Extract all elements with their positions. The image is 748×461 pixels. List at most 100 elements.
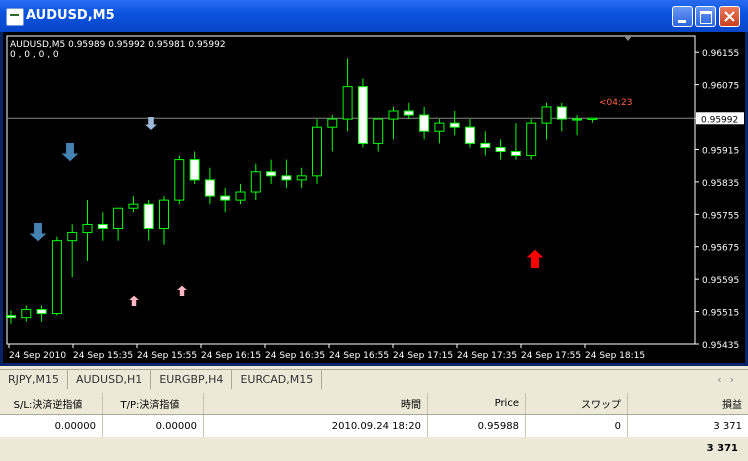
col-price[interactable]: Price	[428, 393, 526, 414]
candle-bull	[21, 309, 32, 319]
x-tick-label: 24 Sep 18:15	[585, 351, 645, 361]
candle-bear	[281, 175, 292, 181]
up-arrow-icon	[526, 249, 544, 268]
window-title: AUDUSD,M5	[26, 8, 115, 23]
candle-bull	[388, 110, 399, 120]
cell-price: 0.95988	[428, 415, 526, 437]
col-time[interactable]: 時間	[204, 393, 428, 414]
candle-bear	[465, 126, 475, 144]
y-tick-label: 0.95435	[702, 341, 739, 351]
y-tick-label: 0.95595	[702, 276, 739, 286]
candle-bear	[495, 146, 506, 152]
candle-bull	[174, 159, 185, 201]
candle-bull	[235, 191, 246, 201]
x-tick-label: 24 Sep 16:15	[201, 351, 261, 361]
x-tick-label: 24 Sep 16:35	[265, 351, 325, 361]
y-tick-label: 0.96155	[702, 49, 739, 59]
candle-bear	[480, 142, 491, 148]
candle-bear	[510, 151, 521, 157]
candle-bull	[434, 122, 445, 132]
candle-bull	[159, 199, 169, 229]
tab-rjpy[interactable]: RJPY,M15	[0, 370, 68, 389]
candle-bull	[128, 203, 139, 209]
candle-bear	[36, 309, 47, 315]
chart-window: AUDUSD,M5 0.961550.960750.959920.959150.…	[0, 0, 748, 366]
y-tick-label: 0.95755	[702, 211, 739, 221]
y-tick-label: 0.95915	[702, 146, 739, 156]
candle-bull	[51, 240, 62, 315]
down-arrow-icon	[145, 117, 157, 130]
up-arrow-icon	[177, 285, 187, 296]
cell-swap: 0	[526, 415, 628, 437]
x-tick-label: 24 Sep 15:55	[137, 351, 197, 361]
cell-sl: 0.00000	[0, 415, 103, 437]
table-header: S/L:決済逆指値 T/P:決済指値 時間 Price スワップ 損益	[0, 393, 748, 415]
terminal-table: S/L:決済逆指値 T/P:決済指値 時間 Price スワップ 損益 0.00…	[0, 393, 748, 459]
candle-bear	[449, 122, 460, 128]
x-tick-label: 24 Sep 16:55	[329, 351, 389, 361]
candlestick-chart[interactable]: 0.96155 0.96075 0.95992 0.95915 0.95835 0.957…	[3, 32, 745, 363]
minimize-icon	[678, 20, 686, 23]
candle-bull	[67, 232, 78, 242]
cell-profit: 3 371	[713, 420, 742, 432]
candle-bull	[373, 118, 384, 144]
y-tick-label: 0.96075	[702, 82, 739, 92]
chart-tabs: RJPY,M15 AUDUSD,H1 EURGBP,H4 EURCAD,M15 ‹›	[0, 369, 748, 392]
close-button[interactable]	[719, 6, 740, 27]
y-tick-label: 0.95835	[702, 179, 739, 189]
col-sl[interactable]: S/L:決済逆指値	[0, 393, 103, 414]
candle-bear	[403, 110, 414, 116]
candle-bear	[556, 106, 567, 120]
candle-bear	[143, 203, 154, 229]
total-profit: 3 371	[0, 437, 748, 459]
x-tick-label: 24 Sep 2010	[9, 351, 66, 361]
close-icon	[724, 11, 735, 22]
maximize-button[interactable]	[695, 6, 716, 27]
candle-bull	[312, 126, 322, 177]
candle-bear	[97, 223, 108, 230]
current-price-label: 0.95992	[701, 115, 738, 125]
y-tick-label: 0.95515	[702, 309, 739, 319]
up-arrow-icon	[129, 295, 139, 306]
y-tick-label: 0.95675	[702, 244, 739, 254]
countdown-label: <04:23	[599, 98, 632, 108]
cell-tp: 0.00000	[103, 415, 204, 437]
down-arrow-icon	[29, 223, 47, 242]
candle-bull	[327, 118, 338, 128]
candle-bull	[82, 223, 93, 234]
x-tick-label: 24 Sep 17:35	[457, 351, 517, 361]
candle-bull	[250, 171, 261, 193]
tab-audusd-h1[interactable]: AUDUSD,H1	[68, 370, 152, 389]
candle-bear	[220, 195, 231, 201]
candle-bear	[189, 159, 200, 181]
candle-bull	[572, 118, 583, 121]
x-tick-label: 24 Sep 15:35	[73, 351, 133, 361]
candle-bull	[296, 175, 307, 181]
plot-frame	[6, 35, 696, 345]
col-profit[interactable]: 損益	[628, 393, 748, 414]
col-tp[interactable]: T/P:決済指値	[103, 393, 204, 414]
tab-scroll-arrows[interactable]: ‹›	[717, 373, 742, 386]
candle-bull	[587, 117, 598, 120]
tab-eurcad-m15[interactable]: EURCAD,M15	[232, 370, 323, 389]
chart-icon	[6, 8, 24, 26]
chart-header: AUDUSD,M5 0.95989 0.95992 0.95981 0.9599…	[10, 40, 226, 50]
candle-bull	[113, 207, 124, 230]
chart-subheader: 0 , 0 , 0 , 0	[10, 50, 59, 60]
chart-canvas[interactable]: 0.96155 0.96075 0.95992 0.95915 0.95835 0.957…	[3, 32, 745, 363]
table-row[interactable]: 0.00000 0.00000 2010.09.24 18:20 0.95988…	[0, 415, 748, 437]
minimize-button[interactable]	[672, 6, 693, 27]
down-arrow-icon	[61, 143, 79, 162]
candle-bear	[357, 86, 368, 144]
candle-bull	[342, 86, 353, 120]
col-swap[interactable]: スワップ	[526, 393, 628, 414]
candle-bear	[419, 114, 430, 132]
candle-bull	[541, 106, 552, 124]
maximize-icon	[700, 11, 712, 24]
candle-bear	[204, 179, 215, 197]
tab-eurgbp-h4[interactable]: EURGBP,H4	[151, 370, 233, 389]
x-tick-label: 24 Sep 17:55	[521, 351, 581, 361]
title-bar[interactable]: AUDUSD,M5	[0, 0, 748, 32]
candle-bear	[266, 171, 277, 177]
x-tick-label: 24 Sep 17:15	[393, 351, 453, 361]
